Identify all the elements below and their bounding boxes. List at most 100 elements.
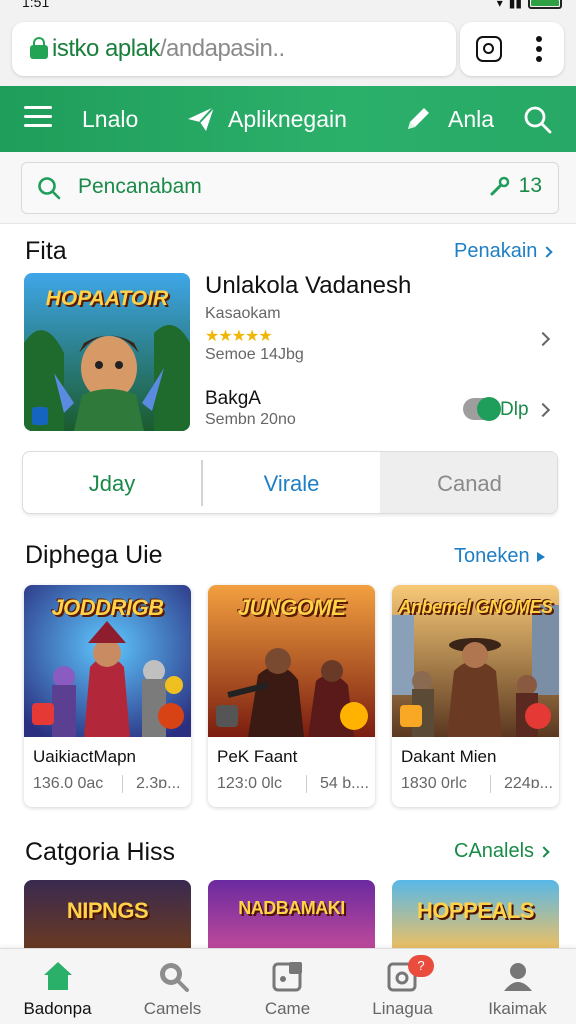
profile-icon (504, 963, 532, 991)
bottom-nav-home[interactable]: Badonpa (0, 949, 115, 1024)
link-label: Penakain (454, 240, 538, 262)
search-icon[interactable] (522, 104, 552, 134)
nav-item-label: Anla (448, 105, 495, 132)
game-downloads: 123:0 0lc (217, 775, 282, 792)
chevron-right-icon (541, 245, 554, 258)
games-see-all-link[interactable]: Toneken (454, 545, 546, 568)
camera-icon[interactable] (476, 36, 502, 62)
tab-today[interactable]: Jday (23, 452, 201, 513)
game-icon (272, 962, 302, 992)
game-card[interactable]: Anbemel GNOMES Dakant Mien 1830 0rlc 224… (392, 585, 559, 807)
segmented-tabs: Jday Virale Canad (22, 451, 558, 514)
paper-plane-icon (188, 106, 215, 131)
tab-canad[interactable]: Canad (380, 452, 557, 513)
meta-divider (490, 775, 491, 793)
game-name: UaikiactMapn (33, 747, 136, 766)
search-count: 13 (489, 174, 542, 198)
featured-app-secondary-name: BakgA (205, 388, 261, 409)
more-menu-icon[interactable] (536, 36, 542, 62)
tab-viral[interactable]: Virale (203, 452, 380, 513)
home-icon (44, 962, 72, 990)
chevron-right-icon (538, 845, 550, 858)
wifi-icon: ▾ (496, 0, 503, 10)
featured-app-developer: Kasaokam (205, 305, 281, 322)
category-card[interactable]: NIPNGS (24, 880, 191, 950)
nav-item-label: Apliknegain (228, 105, 347, 132)
game-card[interactable]: JUNGOME PeK Faant 123:0 0lc 54 b.... (208, 585, 375, 807)
featured-section-title: Fita (25, 237, 67, 265)
game-art-title: JODDRIGB (51, 595, 164, 620)
lock-icon (30, 37, 48, 59)
status-time: 1:51 (22, 0, 50, 10)
search-input[interactable]: Pencanabam 13 (21, 162, 559, 214)
category-card[interactable]: HOPPEALS (392, 880, 559, 950)
search-icon (38, 177, 61, 200)
nav-item-home[interactable]: Lnalo (82, 86, 138, 152)
game-art-title: Anbemel GNOMES (398, 597, 553, 617)
search-row: Pencanabam 13 (0, 152, 576, 224)
meta-divider (306, 775, 307, 793)
status-bar: 1:51 ▾ ▮▮ (0, 0, 576, 14)
search-placeholder: Pencanabam (78, 175, 202, 198)
game-downloads: 136.0 0ac (33, 775, 104, 792)
tab-label: Jday (88, 470, 136, 496)
notification-badge: ? (408, 955, 434, 977)
game-downloads: 1830 0rlc (401, 775, 467, 792)
bottom-nav: Badonpa Camels Came Linagua Ikaimak (0, 948, 576, 1024)
chevron-right-icon[interactable] (535, 331, 551, 347)
meta-divider (122, 775, 123, 793)
game-size: 2.3ɒ... (136, 775, 181, 792)
bottom-nav-label: Badonpa (23, 999, 92, 1018)
wrench-icon (490, 176, 509, 196)
featured-app-image[interactable]: HOPAATOIR (24, 273, 190, 431)
url-path: /andapasin.. (159, 35, 285, 62)
battery-icon (528, 0, 562, 9)
install-toggle[interactable] (463, 397, 501, 421)
toggle-label: Dlp (500, 399, 529, 420)
bottom-nav-camels[interactable]: Camels (115, 949, 230, 1024)
play-arrow-icon (536, 551, 545, 562)
hamburger-menu-icon[interactable] (24, 106, 52, 128)
featured-app-title[interactable]: Unlakola Vadanesh (205, 272, 411, 300)
bottom-nav-profile[interactable]: Ikaimak (460, 949, 575, 1024)
game-name: Dakant Mien (401, 747, 497, 766)
nav-item-label: Lnalo (82, 105, 139, 132)
search-game-icon (160, 963, 189, 992)
bottom-nav-label: Camels (143, 999, 202, 1018)
bottom-nav-game[interactable]: Came (230, 949, 345, 1024)
category-see-all-link[interactable]: CAnalels (454, 840, 550, 863)
rating-stars: ★★★★★ (205, 328, 273, 345)
category-art-title: HOPPEALS (416, 898, 535, 923)
game-name: PeK Faant (217, 747, 298, 766)
game-size: 224ɒ... (504, 775, 553, 792)
address-bar[interactable]: istko aplak/andapasin.. (12, 22, 456, 76)
featured-art-title: HOPAATOIR (45, 287, 169, 310)
chevron-right-icon[interactable] (535, 402, 551, 418)
featured-app-version: Sembn 20no (205, 411, 296, 428)
game-card[interactable]: JODDRIGB UaikiactMapn 136.0 0ac 2.3ɒ... (24, 585, 191, 807)
tab-label: Virale (263, 470, 320, 496)
url-host: istko aplak (52, 35, 160, 62)
bottom-nav-label: Came (264, 999, 311, 1018)
browser-chrome: 1:51 ▾ ▮▮ istko aplak/andapasin.. (0, 0, 576, 86)
status-icons: ▾ ▮▮ (497, 0, 562, 10)
signal-icon: ▮▮ (508, 0, 522, 10)
games-section-title: Diphega Uie (25, 541, 163, 569)
category-card[interactable]: NADBAMAKI (208, 880, 375, 950)
category-art-title: NADBAMAKI (238, 898, 345, 918)
bottom-nav-updates[interactable]: Linagua (345, 949, 460, 1024)
search-count-value: 13 (518, 174, 542, 197)
nav-item-edit[interactable]: Anla (404, 86, 494, 152)
nav-item-apps[interactable]: Apliknegain (186, 86, 347, 152)
game-art-title: JUNGOME (237, 595, 346, 620)
tab-label: Canad (437, 470, 502, 496)
game-size: 54 b.... (320, 775, 369, 792)
browser-actions (460, 22, 564, 76)
featured-see-all-link[interactable]: Penakain (454, 240, 554, 263)
link-label: Toneken (454, 545, 530, 567)
link-label: CAnalels (454, 840, 535, 862)
bottom-nav-label: Linagua (372, 999, 433, 1018)
category-art-title: NIPNGS (66, 898, 149, 923)
category-section-title: Catgoria Hiss (25, 838, 176, 866)
pen-icon (408, 108, 429, 129)
